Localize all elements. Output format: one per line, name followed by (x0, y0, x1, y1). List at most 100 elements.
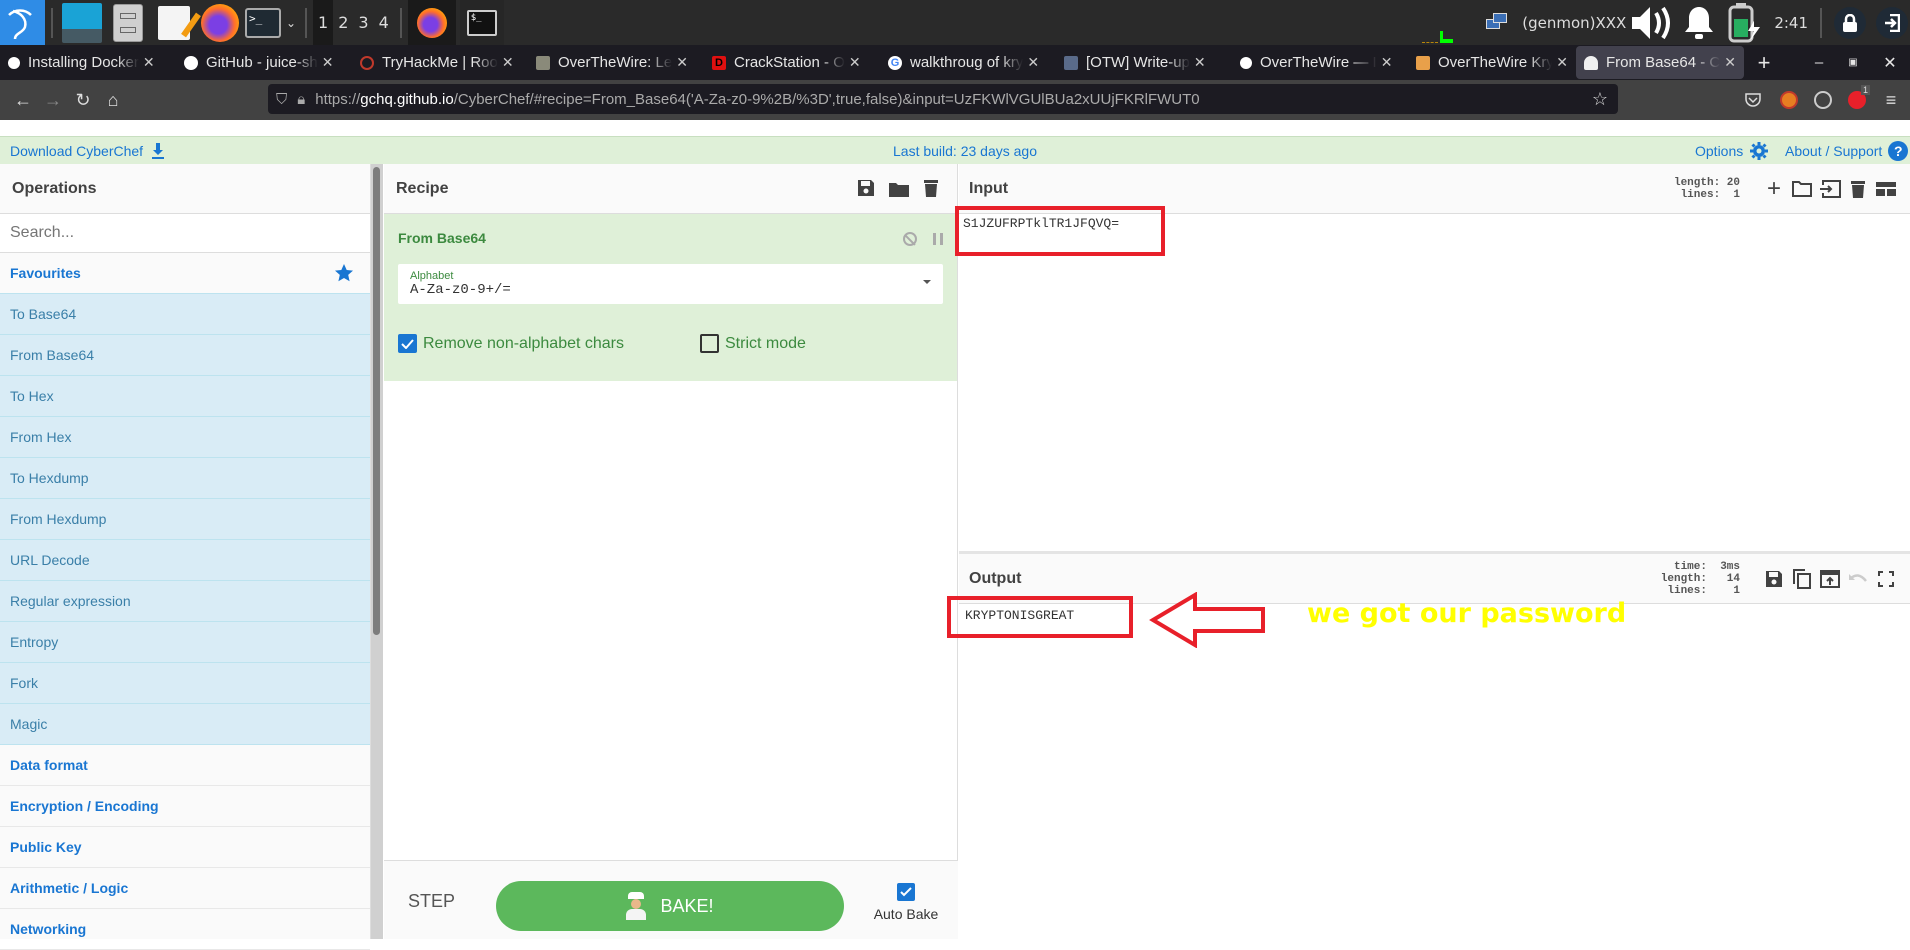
close-tab-icon[interactable]: ✕ (322, 54, 334, 71)
close-window-button[interactable]: ✕ (1870, 45, 1910, 80)
save-recipe-icon[interactable] (852, 174, 880, 202)
close-tab-icon[interactable]: ✕ (502, 54, 514, 71)
close-tab-icon[interactable]: ✕ (1027, 54, 1039, 71)
terminal-window-button[interactable]: $_ (459, 0, 504, 45)
category-public-key[interactable]: Public Key (0, 827, 370, 868)
launcher-dropdown-icon[interactable]: ⌄ (283, 0, 299, 45)
copy-output-icon[interactable] (1788, 565, 1816, 593)
extension-blocked-icon[interactable] (1774, 85, 1804, 115)
auto-bake-checkbox[interactable]: Auto Bake (870, 883, 942, 922)
load-recipe-folder-icon[interactable] (885, 175, 913, 203)
op-from-hex[interactable]: From Hex (0, 417, 370, 458)
remove-nonalphabet-checkbox[interactable]: Remove non-alphabet chars (398, 334, 700, 353)
pause-breakpoint-icon[interactable] (933, 233, 943, 246)
category-favourites[interactable]: Favourites (0, 253, 370, 294)
open-folder-input-icon[interactable] (1816, 175, 1844, 203)
close-tab-icon[interactable]: ✕ (1194, 54, 1206, 71)
lock-screen-icon[interactable] (1834, 6, 1866, 39)
op-magic[interactable]: Magic (0, 704, 370, 745)
logout-icon[interactable] (1876, 6, 1908, 39)
bake-button[interactable]: BAKE! (496, 881, 844, 931)
reset-layout-icon[interactable] (1872, 175, 1900, 203)
tab-github-juice-shop[interactable]: GitHub - juice-sh ✕ (176, 45, 352, 80)
clock[interactable]: 2:41 (1774, 14, 1808, 32)
op-from-base64[interactable]: From Base64 (0, 335, 370, 376)
close-tab-icon[interactable]: ✕ (676, 54, 688, 71)
text-editor-icon[interactable] (151, 0, 201, 45)
close-tab-icon[interactable]: ✕ (849, 54, 861, 71)
close-tab-icon[interactable]: ✕ (1556, 54, 1568, 71)
kali-menu-icon[interactable] (0, 0, 45, 45)
tab-overthewire-levels[interactable]: OverTheWire: Le ✕ (528, 45, 704, 80)
op-from-hexdump[interactable]: From Hexdump (0, 499, 370, 540)
workspace-3[interactable]: 3 (353, 0, 373, 45)
new-tab-button[interactable]: + (1744, 45, 1784, 80)
category-data-format[interactable]: Data format (0, 745, 370, 786)
tab-installing-docker[interactable]: Installing Docker ✕ (0, 45, 176, 80)
workspace-4[interactable]: 4 (374, 0, 394, 45)
volume-icon[interactable] (1630, 3, 1676, 43)
add-input-tab-icon[interactable]: + (1760, 175, 1788, 203)
firefox-launcher-icon[interactable] (197, 0, 243, 45)
tab-tryhackme[interactable]: TryHackMe | Roo ✕ (352, 45, 528, 80)
tab-crackstation[interactable]: D CrackStation - O ✕ (704, 45, 880, 80)
close-tab-icon[interactable]: ✕ (1381, 54, 1393, 71)
clear-input-trash-icon[interactable] (1844, 175, 1872, 203)
forward-button[interactable]: → (38, 85, 68, 115)
back-button[interactable]: ← (8, 85, 38, 115)
op-to-hexdump[interactable]: To Hexdump (0, 458, 370, 499)
home-button[interactable]: ⌂ (98, 85, 128, 115)
tab-google-search[interactable]: G walkthroug of kry ✕ (880, 45, 1056, 80)
alphabet-select[interactable]: Alphabet A-Za-z0-9+/= (398, 264, 943, 304)
op-entropy[interactable]: Entropy (0, 622, 370, 663)
open-file-folder-icon[interactable] (1788, 175, 1816, 203)
pocket-icon[interactable] (1738, 85, 1768, 115)
close-tab-icon[interactable]: ✕ (1724, 54, 1736, 71)
save-output-icon[interactable] (1760, 565, 1788, 593)
tab-overthewire-medium[interactable]: OverTheWire — I ✕ (1232, 45, 1408, 80)
reload-button[interactable]: ↻ (68, 85, 98, 115)
tab-from-base64-cyberchef[interactable]: From Base64 - C ✕ (1576, 46, 1744, 79)
category-encryption-encoding[interactable]: Encryption / Encoding (0, 786, 370, 827)
op-regular-expression[interactable]: Regular expression (0, 581, 370, 622)
maximize-output-icon[interactable] (1872, 565, 1900, 593)
network-icon[interactable] (1486, 12, 1510, 33)
options-link[interactable]: Options (1695, 141, 1769, 161)
file-manager-icon[interactable] (105, 0, 151, 45)
undo-icon[interactable] (1844, 565, 1872, 593)
terminal-launcher-icon[interactable]: >_ (243, 0, 283, 45)
op-url-decode[interactable]: URL Decode (0, 540, 370, 581)
input-textarea[interactable] (963, 216, 1903, 546)
minimize-window-button[interactable]: – (1802, 45, 1836, 80)
tracking-protection-shield-icon[interactable]: ⛉ (276, 91, 287, 108)
category-arithmetic-logic[interactable]: Arithmetic / Logic (0, 868, 370, 909)
cookie-extension-icon[interactable] (1808, 85, 1838, 115)
lock-icon[interactable]: 🔒︎ (297, 91, 305, 108)
op-to-base64[interactable]: To Base64 (0, 294, 370, 335)
maximize-window-button[interactable]: ▣ (1836, 45, 1870, 80)
download-cyberchef-link[interactable]: Download CyberChef (10, 142, 165, 159)
category-networking[interactable]: Networking (0, 909, 370, 950)
step-button[interactable]: STEP (408, 891, 455, 912)
firefox-window-button[interactable] (407, 0, 456, 45)
browser-menu-icon[interactable]: ≡ (1876, 85, 1906, 115)
notifications-bell-icon[interactable] (1676, 5, 1722, 41)
about-support-link[interactable]: About / Support ? (1785, 140, 1909, 161)
tab-overthewire-krypton[interactable]: OverTheWire Kry ✕ (1408, 45, 1576, 80)
recipe-ingredient-from-base64[interactable]: From Base64 Alphabet A-Za-z0-9+/= Remove… (384, 214, 957, 381)
disable-operation-icon[interactable] (903, 232, 918, 247)
ublock-extension-icon[interactable]: 1 (1842, 85, 1872, 115)
replace-input-with-output-icon[interactable] (1816, 565, 1844, 593)
address-bar[interactable]: ⛉ 🔒︎ https://gchq.github.io/CyberChef/#r… (268, 84, 1618, 114)
op-to-hex[interactable]: To Hex (0, 376, 370, 417)
operations-scrollbar-thumb[interactable] (373, 167, 380, 635)
tab-otw-writeup[interactable]: [OTW] Write-up ✕ (1056, 45, 1232, 80)
show-desktop-icon[interactable] (59, 0, 105, 45)
op-fork[interactable]: Fork (0, 663, 370, 704)
operations-search-input[interactable] (10, 224, 350, 242)
clear-recipe-trash-icon[interactable] (917, 174, 945, 202)
strict-mode-checkbox[interactable]: Strict mode (700, 334, 806, 353)
close-tab-icon[interactable]: ✕ (143, 54, 155, 71)
workspace-1[interactable]: 1 (313, 0, 334, 45)
bookmark-star-icon[interactable]: ☆ (1592, 89, 1608, 110)
